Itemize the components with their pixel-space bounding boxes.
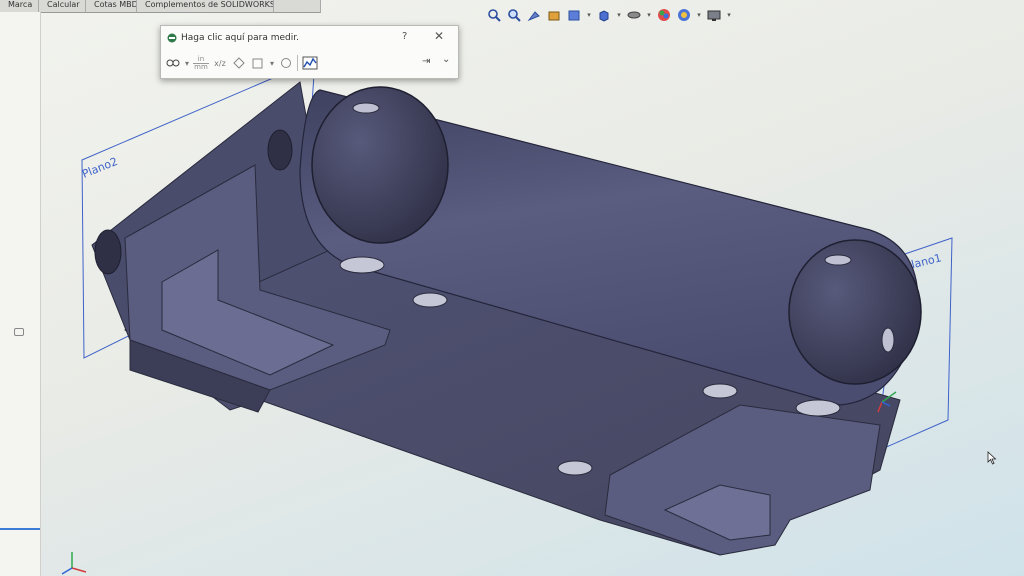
sensor-icon[interactable] [301, 54, 319, 72]
measure-title-bar[interactable]: Haga clic aquí para medir. ? ✕ [161, 26, 458, 50]
expand-chevron-icon[interactable]: ⌄ [442, 54, 450, 65]
apply-scene-icon[interactable] [676, 7, 692, 23]
measure-dialog[interactable]: Haga clic aquí para medir. ? ✕ ▾ in mm x/… [160, 25, 459, 79]
units-button[interactable]: in mm [193, 55, 209, 71]
help-button[interactable]: ? [402, 31, 407, 42]
measure-title: Haga clic aquí para medir. [181, 33, 299, 43]
feature-manager-panel[interactable] [0, 12, 41, 576]
previous-view-icon[interactable] [526, 7, 542, 23]
view-settings-icon[interactable] [706, 7, 722, 23]
chevron-down-icon[interactable]: ▾ [696, 11, 702, 19]
panel-collapse-handle[interactable] [14, 328, 24, 336]
heads-up-view-toolbar: ▾ ▾ ▾ ▾ ▾ [486, 5, 732, 25]
arc-circle-measure-icon[interactable] [165, 54, 181, 72]
xyz-icon[interactable]: x/z [212, 54, 228, 72]
measure-icon [167, 33, 177, 43]
section-view-icon[interactable] [546, 7, 562, 23]
chevron-down-icon[interactable]: ▾ [646, 11, 652, 19]
mouse-cursor-icon [987, 451, 997, 465]
edit-appearance-icon[interactable] [656, 7, 672, 23]
dynamic-annotation-icon[interactable] [566, 7, 582, 23]
chevron-down-icon[interactable]: ▾ [726, 11, 732, 19]
pin-icon[interactable]: ⇥ [422, 56, 430, 67]
chevron-down-icon[interactable]: ▾ [269, 54, 275, 72]
chevron-down-icon[interactable]: ▾ [586, 11, 592, 19]
selection-highlight [0, 528, 40, 530]
zoom-area-icon[interactable] [506, 7, 522, 23]
display-style-icon[interactable] [626, 7, 642, 23]
projection-icon[interactable] [250, 54, 266, 72]
chevron-down-icon[interactable]: ▾ [184, 54, 190, 72]
view-orientation-icon[interactable] [596, 7, 612, 23]
chevron-down-icon[interactable]: ▾ [616, 11, 622, 19]
part-body[interactable] [91, 81, 922, 556]
history-icon[interactable] [278, 54, 294, 72]
zoom-to-fit-icon[interactable] [486, 7, 502, 23]
graphics-area[interactable]: Plano2 Plano1 [41, 0, 1024, 576]
toolbar-separator [297, 55, 298, 71]
measure-toolbar: ▾ in mm x/z ▾ [165, 52, 455, 74]
reference-triad-icon [61, 552, 87, 575]
close-button[interactable]: ✕ [434, 29, 444, 43]
point-to-point-icon[interactable] [231, 54, 247, 72]
